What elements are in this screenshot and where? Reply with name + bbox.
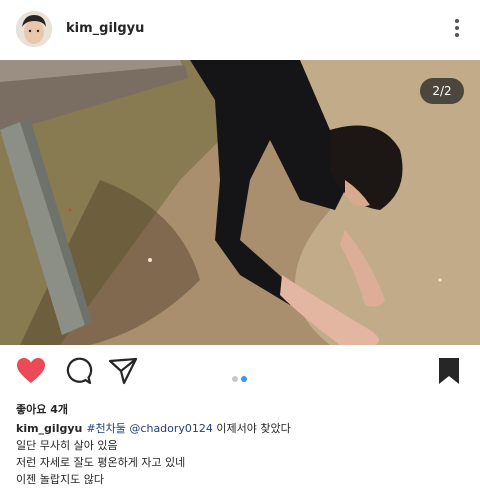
caption-first-line: kim_gilgyu #천차둘 @chadory0124 이제서야 찾았다: [16, 420, 466, 437]
heart-icon[interactable]: [16, 357, 46, 385]
image-counter-badge: 2/2: [420, 78, 464, 104]
post-photo[interactable]: [0, 60, 480, 345]
avatar[interactable]: [16, 11, 52, 47]
mention-link[interactable]: @chadory0124: [129, 422, 213, 435]
post-header: kim_gilgyu: [0, 0, 480, 60]
carousel-indicator: [232, 367, 250, 386]
caption-line: 저런 자세로 잘도 평온하게 자고 있네: [16, 456, 186, 469]
bookmark-icon[interactable]: [437, 357, 467, 385]
caption-text: 이제서야 찾았다: [216, 422, 291, 435]
caption-line: 일단 무사히 살아 있음: [16, 439, 118, 452]
caption-username[interactable]: kim_gilgyu: [16, 422, 82, 435]
likes-count[interactable]: 좋아요 4개: [16, 401, 68, 417]
post-caption: kim_gilgyu #천차둘 @chadory0124 이제서야 찾았다 일단 …: [16, 420, 466, 488]
post-username[interactable]: kim_gilgyu: [66, 21, 144, 36]
caption-line: 이젠 놀랍지도 않다: [16, 473, 104, 486]
comment-icon[interactable]: [63, 357, 93, 385]
hashtag-link[interactable]: #천차둘: [86, 422, 126, 435]
avatar-image: [16, 11, 52, 47]
action-bar: [0, 345, 480, 397]
send-icon[interactable]: [108, 357, 138, 385]
more-vertical-icon[interactable]: [452, 17, 462, 41]
